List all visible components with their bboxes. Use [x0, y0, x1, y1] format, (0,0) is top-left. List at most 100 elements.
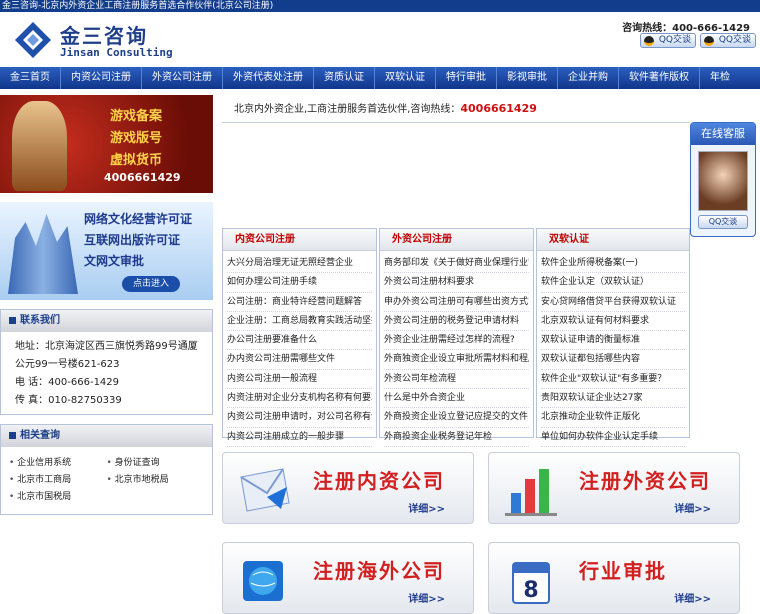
list-item[interactable]: 北京双软认证有何材料要求	[541, 312, 685, 332]
nav-item-annual-inspection[interactable]: 年检	[700, 67, 740, 89]
link-beijing-aic[interactable]: 北京市工商局	[9, 472, 107, 489]
banner-line: 文网文审批	[84, 254, 145, 268]
news-column-foreign: 外资公司注册 商务部印发《关于做好商业保理行业管 外资公司注册材料要求 申办外资…	[379, 228, 534, 447]
list-item[interactable]: 外商投资企业设立登记应提交的文件	[384, 408, 529, 428]
card-title: 行业审批	[579, 559, 667, 583]
qq-label: QQ交谈	[658, 35, 691, 45]
list-item[interactable]: 办内资公司注册需哪些文件	[227, 350, 372, 370]
slogan-phone: 4006661429	[460, 102, 537, 115]
list-item[interactable]: 办公司注册要准备什么	[227, 331, 372, 351]
list-item[interactable]: 内资注册对企业分支机构名称有何要求	[227, 389, 372, 409]
contact-title: 联系我们	[20, 315, 60, 326]
nav-item-special-approval[interactable]: 特行审批	[436, 67, 497, 89]
column-title[interactable]: 双软认证	[537, 229, 689, 251]
list-item[interactable]: 大兴分局治理无证无照经营企业	[227, 254, 372, 274]
contact-phone: 电 话：400-666-1429	[15, 377, 120, 388]
list-item[interactable]: 如何办理公司注册手续	[227, 273, 372, 293]
link-beijing-local-tax[interactable]: 北京市地税局	[107, 472, 205, 489]
column-title[interactable]: 外资公司注册	[380, 229, 533, 251]
city-buildings-image	[8, 214, 78, 294]
column-title[interactable]: 内资公司注册	[223, 229, 376, 251]
nav-item-qualification[interactable]: 资质认证	[314, 67, 375, 89]
card-industry-approval[interactable]: 8 行业审批 详细>>	[488, 542, 740, 614]
service-agent-avatar	[698, 151, 748, 211]
qq-penguin-icon	[644, 36, 654, 46]
left-sidebar: 游戏备案 游戏版号 虚拟货币 4006661429 网络文化经营许可证 互联网出…	[0, 95, 213, 515]
qq-label: QQ交谈	[718, 35, 751, 45]
contact-fax: 传 真：010-82750339	[15, 395, 122, 406]
list-item[interactable]: 北京推动企业软件正版化	[541, 408, 685, 428]
nav-item-film-approval[interactable]: 影视审批	[497, 67, 558, 89]
link-id-query[interactable]: 身份证查询	[107, 455, 205, 472]
online-service-widget: 在线客服 QQ交谈	[690, 122, 756, 237]
list-item[interactable]: 单位如何办软件企业认定手续	[541, 428, 685, 447]
list-item[interactable]: 申办外资公司注册可有哪些出资方式?	[384, 293, 529, 312]
nav-item-software-copyright[interactable]: 软件著作版权	[619, 67, 700, 89]
links-header: 相关查询	[1, 425, 212, 447]
list-item[interactable]: 内资公司注册成立的一般步骤	[227, 428, 372, 447]
card-more-link[interactable]: 详细>>	[408, 590, 445, 605]
list-item[interactable]: 外资公司注册材料要求	[384, 273, 529, 293]
list-item[interactable]: 双软认证申请的衡量标准	[541, 331, 685, 351]
nav-item-merger[interactable]: 企业并购	[558, 67, 619, 89]
nav-item-home[interactable]: 金三首页	[0, 67, 61, 89]
list-item[interactable]: 企业注册：工商总局教育实践活动坚持	[227, 312, 372, 332]
game-license-banner[interactable]: 游戏备案 游戏版号 虚拟货币 4006661429	[0, 95, 213, 193]
banner-line: 游戏备案	[110, 109, 163, 124]
top-banner-text: 金三咨询-北京内外资企业工商注册服务首选合作伙伴(北京公司注册)	[0, 0, 760, 12]
related-links-box: 相关查询 企业信用系统 身份证查询 北京市工商局 北京市地税局 北京市国税局	[0, 424, 213, 515]
slogan-bar: 北京内外资企业,工商注册服务首选伙伴,咨询热线：4006661429	[222, 95, 690, 123]
service-qq-button[interactable]: QQ交谈	[698, 215, 748, 229]
list-item[interactable]: 外商独资企业设立审批所需材料和程序	[384, 350, 529, 370]
enter-button[interactable]: 点击进入	[122, 276, 180, 292]
card-title: 注册内资公司	[313, 469, 445, 493]
contact-address: 地址：北京海淀区西三旗悦秀路99号通厦公元99一号楼621-623	[15, 341, 198, 370]
list-item[interactable]: 内资公司注册一般流程	[227, 370, 372, 390]
nav-item-foreign-office[interactable]: 外资代表处注册	[223, 67, 314, 89]
list-item[interactable]: 外资公司年检流程	[384, 370, 529, 390]
card-title: 注册外资公司	[579, 469, 711, 493]
logo-icon[interactable]	[13, 20, 53, 60]
banner-line: 虚拟货币	[110, 153, 163, 168]
list-item[interactable]: 外资企业注册需经过怎样的流程?	[384, 331, 529, 351]
card-more-link[interactable]: 详细>>	[674, 590, 711, 605]
links-title: 相关查询	[20, 430, 60, 441]
main-nav: 金三首页 内资公司注册 外资公司注册 外资代表处注册 资质认证 双软认证 特行审…	[0, 67, 760, 89]
list-item[interactable]: 软件企业认定（双软认证）	[541, 273, 685, 293]
bullet-icon	[9, 431, 16, 439]
list-item[interactable]: 外资公司注册的税务登记申请材料	[384, 312, 529, 332]
nav-item-domestic-company[interactable]: 内资公司注册	[61, 67, 142, 89]
link-beijing-state-tax[interactable]: 北京市国税局	[9, 489, 107, 506]
list-item[interactable]: 安心贷网络借贷平台获得双软认证	[541, 293, 685, 312]
list-item[interactable]: 商务部印发《关于做好商业保理行业管	[384, 254, 529, 274]
banner-line: 网络文化经营许可证	[84, 212, 193, 226]
calendar-icon: 8	[512, 562, 550, 604]
envelope-icon	[240, 468, 290, 512]
logo-english-name: Jinsan Consulting	[60, 46, 173, 59]
nav-item-foreign-company[interactable]: 外资公司注册	[142, 67, 223, 89]
contact-header: 联系我们	[1, 310, 212, 332]
qq-penguin-icon	[704, 36, 714, 46]
card-more-link[interactable]: 详细>>	[674, 500, 711, 515]
list-item[interactable]: 外商投资企业税务登记年检	[384, 428, 529, 447]
nav-item-dual-software[interactable]: 双软认证	[375, 67, 436, 89]
list-item[interactable]: 内资公司注册申请时，对公司名称有何	[227, 408, 372, 428]
list-item[interactable]: 公司注册：商业特许经营问题解答	[227, 293, 372, 312]
list-item[interactable]: 什么是中外合资企业	[384, 389, 529, 409]
news-column-domestic: 内资公司注册 大兴分局治理无证无照经营企业 如何办理公司注册手续 公司注册：商业…	[222, 228, 377, 447]
card-domestic-company[interactable]: 注册内资公司 详细>>	[222, 452, 474, 524]
qq-chat-button-1[interactable]: QQ交谈	[640, 33, 696, 48]
card-foreign-company[interactable]: 注册外资公司 详细>>	[488, 452, 740, 524]
list-item[interactable]: 双软认证都包括哪些内容	[541, 350, 685, 370]
qq-chat-button-2[interactable]: QQ交谈	[700, 33, 756, 48]
link-credit-system[interactable]: 企业信用系统	[9, 455, 107, 472]
list-item[interactable]: 贵阳双软认证企业达27家	[541, 389, 685, 409]
service-title: 在线客服	[691, 123, 755, 145]
list-item[interactable]: 软件企业所得税备案(一)	[541, 254, 685, 274]
card-more-link[interactable]: 详细>>	[408, 500, 445, 515]
list-item[interactable]: 软件企业"双软认证"有多重要？	[541, 370, 685, 390]
news-column-dual-software: 双软认证 软件企业所得税备案(一) 软件企业认定（双软认证） 安心贷网络借贷平台…	[536, 228, 690, 447]
card-overseas-company[interactable]: 注册海外公司 详细>>	[222, 542, 474, 614]
logo-chinese-name: 金三咨询	[60, 24, 148, 48]
internet-culture-banner[interactable]: 网络文化经营许可证 互联网出版许可证 文网文审批 点击进入	[0, 202, 213, 300]
